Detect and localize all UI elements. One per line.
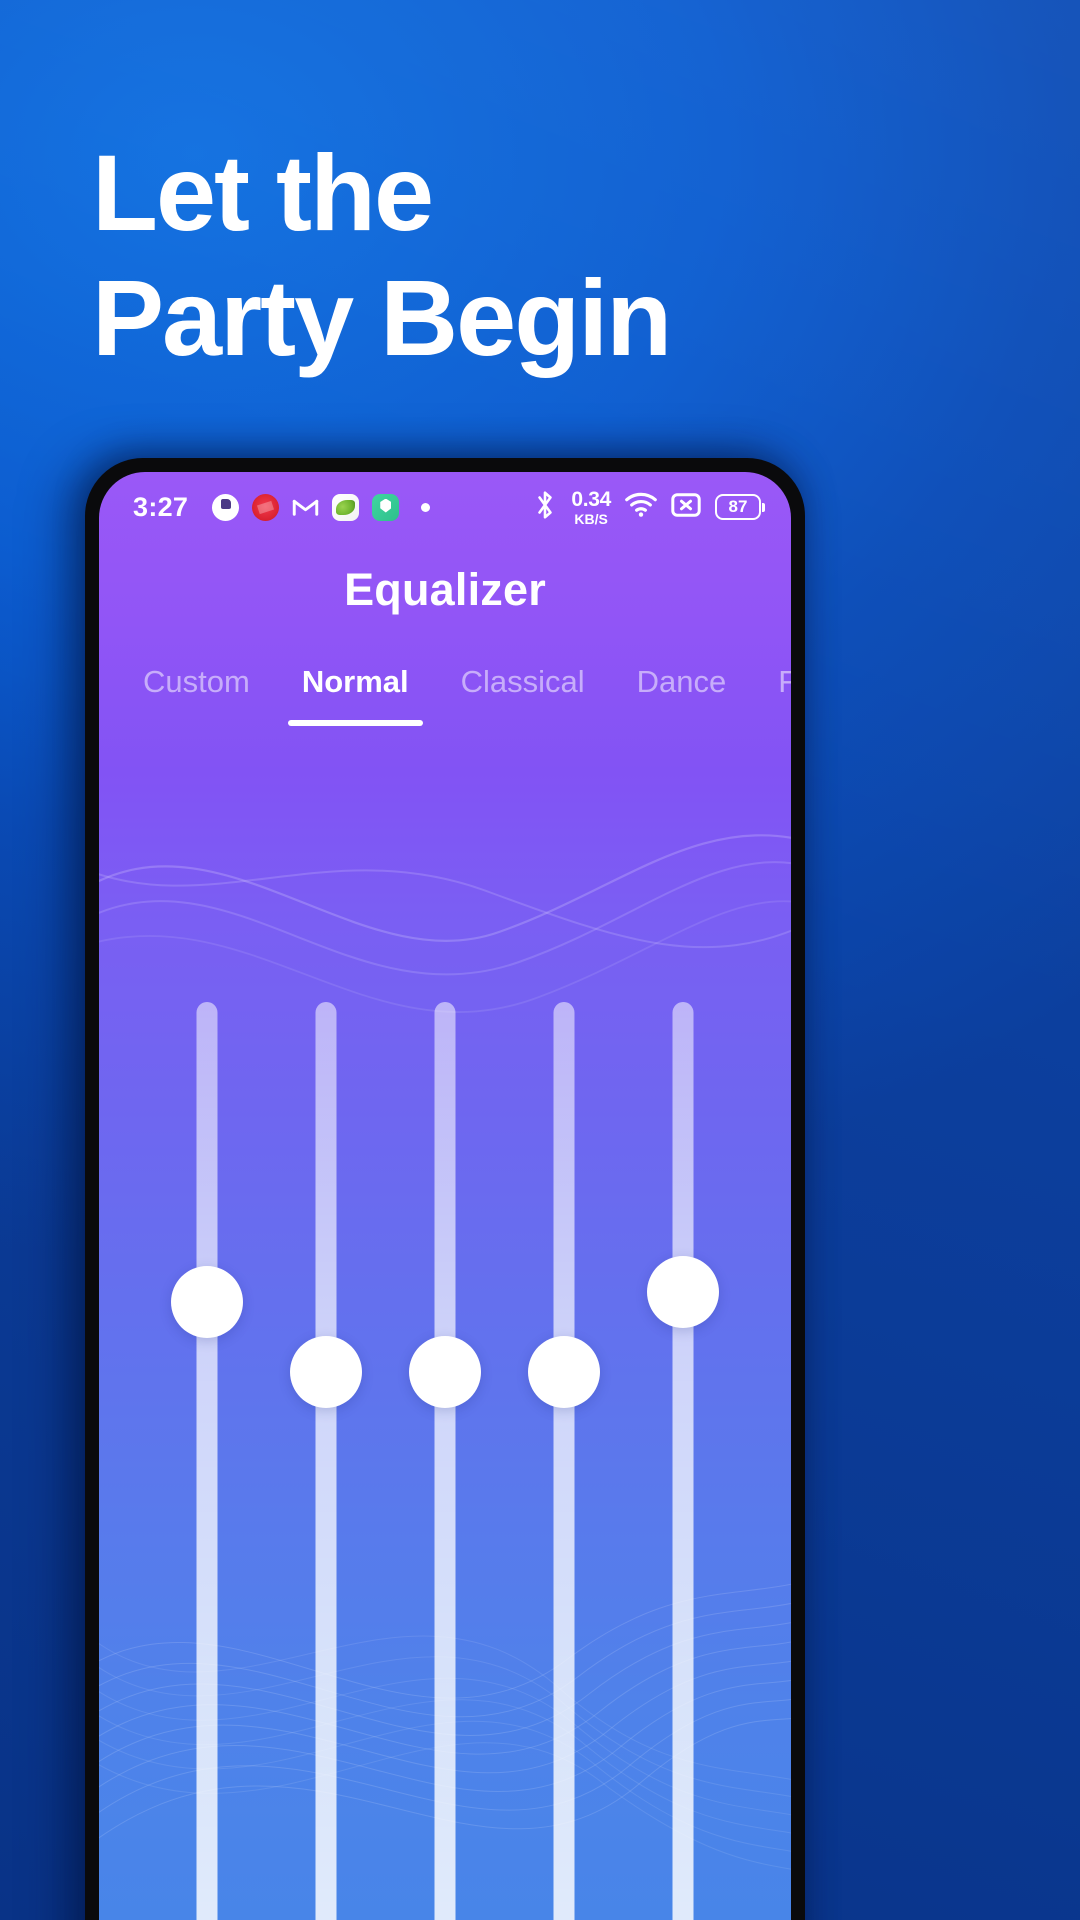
- tab-normal[interactable]: Normal: [276, 664, 435, 726]
- page-title: Equalizer: [344, 564, 546, 615]
- gmail-icon: [292, 494, 319, 521]
- clock-app-icon: [212, 493, 240, 521]
- tab-custom-label: Custom: [143, 664, 250, 699]
- headline-line-1: Let the: [92, 132, 434, 253]
- tab-flat[interactable]: Flat: [752, 664, 791, 726]
- tab-dance-label: Dance: [636, 664, 727, 699]
- phone-mockup: 3:27 0.34 KB/S 87 Equalizer Custom Norma…: [85, 458, 805, 1920]
- tab-active-underline: [287, 720, 423, 726]
- preset-tabs: Custom Normal Classical Dance Flat: [99, 664, 791, 726]
- slider-track[interactable]: [196, 1002, 218, 1920]
- leaf-app-icon: [332, 493, 360, 521]
- slider-thumb[interactable]: [170, 1266, 243, 1338]
- status-bar: 3:27 0.34 KB/S 87: [99, 472, 791, 542]
- slider-track[interactable]: [315, 1002, 337, 1920]
- equalizer-band-2[interactable]: [284, 1002, 368, 1920]
- slider-thumb[interactable]: [408, 1336, 481, 1408]
- tab-dance[interactable]: Dance: [611, 664, 753, 726]
- shield-app-icon: [372, 493, 400, 521]
- slider-track[interactable]: [672, 1002, 694, 1920]
- cast-off-icon: [671, 492, 701, 522]
- slider-thumb[interactable]: [528, 1336, 601, 1408]
- tab-classical-label: Classical: [460, 664, 585, 699]
- equalizer-band-5[interactable]: [641, 1002, 725, 1920]
- status-time: 3:27: [133, 491, 189, 522]
- equalizer-sliders: [99, 1002, 791, 1920]
- equalizer-band-1[interactable]: [165, 1002, 249, 1920]
- network-speed-value: 0.34: [571, 487, 611, 511]
- equalizer-band-4[interactable]: [522, 1002, 606, 1920]
- tab-custom[interactable]: Custom: [117, 664, 276, 726]
- wifi-icon: [625, 492, 657, 522]
- tab-classical[interactable]: Classical: [435, 664, 611, 726]
- network-speed: 0.34 KB/S: [571, 489, 611, 526]
- dot-indicator-icon: [421, 502, 431, 512]
- slider-thumb[interactable]: [647, 1256, 720, 1328]
- tab-flat-label: Flat: [778, 664, 791, 699]
- bluetooth-icon: [533, 490, 557, 525]
- status-notification-icons: [212, 493, 431, 521]
- tab-normal-label: Normal: [301, 664, 409, 699]
- battery-indicator: 87: [715, 494, 765, 520]
- equalizer-band-3[interactable]: [403, 1002, 487, 1920]
- status-right-group: 0.34 KB/S 87: [533, 489, 765, 526]
- headline-line-2: Party Begin: [92, 257, 672, 379]
- slider-track[interactable]: [434, 1002, 456, 1920]
- slider-track[interactable]: [553, 1002, 575, 1920]
- red-app-icon: [252, 493, 280, 521]
- slider-thumb[interactable]: [289, 1336, 362, 1408]
- network-speed-unit: KB/S: [574, 510, 608, 527]
- promo-headline: Let the Party Begin: [92, 130, 992, 381]
- phone-screen: 3:27 0.34 KB/S 87 Equalizer Custom Norma…: [99, 472, 791, 1920]
